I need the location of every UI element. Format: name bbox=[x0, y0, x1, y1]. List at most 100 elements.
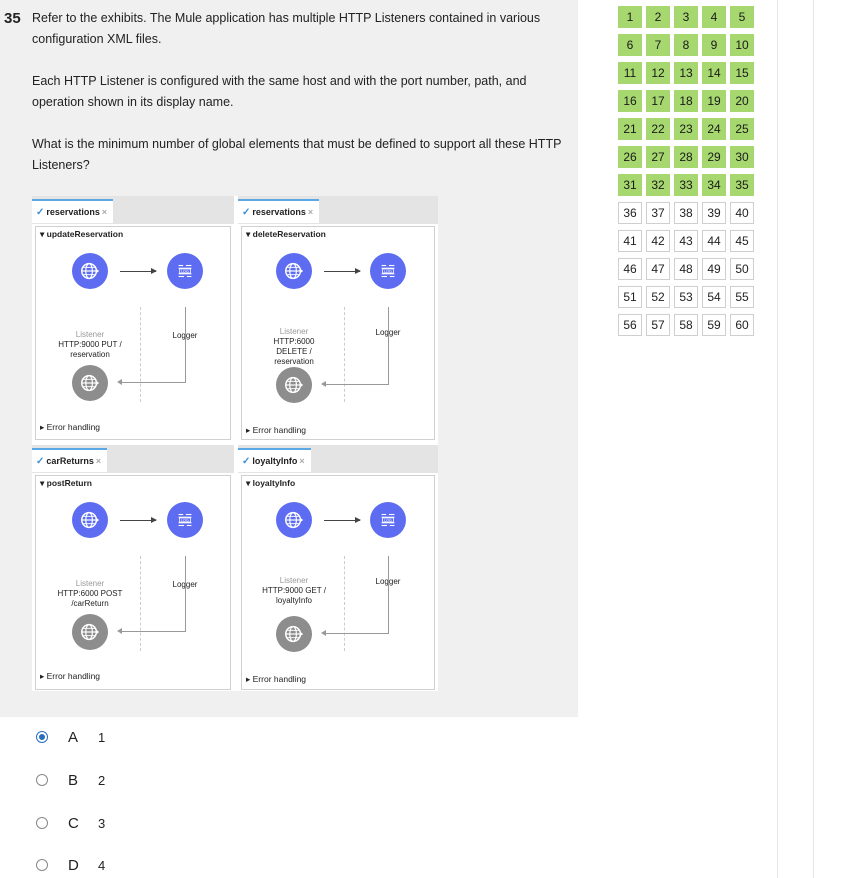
option-c-value: 3 bbox=[98, 815, 106, 831]
nav-question-53[interactable]: 53 bbox=[674, 286, 698, 308]
nav-question-12[interactable]: 12 bbox=[646, 62, 670, 84]
nav-question-15[interactable]: 15 bbox=[730, 62, 754, 84]
nav-question-23[interactable]: 23 bbox=[674, 118, 698, 140]
mule-icon: ✓ bbox=[242, 207, 251, 218]
nav-question-19[interactable]: 19 bbox=[702, 90, 726, 112]
nav-question-33[interactable]: 33 bbox=[674, 174, 698, 196]
flow-tab[interactable]: ✓ carReturns × bbox=[32, 448, 108, 472]
nav-question-1[interactable]: 1 bbox=[618, 6, 642, 28]
option-d-radio[interactable] bbox=[36, 859, 48, 871]
option-c[interactable]: C 3 bbox=[36, 813, 105, 833]
flow-name: ▾ updateReservation bbox=[40, 229, 124, 239]
option-b-radio[interactable] bbox=[36, 774, 48, 786]
nav-question-44[interactable]: 44 bbox=[702, 230, 726, 252]
http-listener-icon bbox=[276, 502, 312, 538]
nav-question-39[interactable]: 39 bbox=[702, 202, 726, 224]
nav-question-38[interactable]: 38 bbox=[674, 202, 698, 224]
flow-tab[interactable]: ✓ reservations × bbox=[32, 199, 114, 223]
flow-arrow bbox=[324, 268, 361, 274]
nav-question-18[interactable]: 18 bbox=[674, 90, 698, 112]
nav-question-8[interactable]: 8 bbox=[674, 34, 698, 56]
nav-question-57[interactable]: 57 bbox=[646, 314, 670, 336]
nav-question-24[interactable]: 24 bbox=[702, 118, 726, 140]
question-panel: 35 Refer to the exhibits. The Mule appli… bbox=[0, 0, 578, 717]
nav-question-34[interactable]: 34 bbox=[702, 174, 726, 196]
flow-tab-bar: ✓ reservations × bbox=[32, 196, 234, 224]
question-paragraph-1: Refer to the exhibits. The Mule applicat… bbox=[32, 11, 541, 46]
nav-question-13[interactable]: 13 bbox=[674, 62, 698, 84]
nav-question-43[interactable]: 43 bbox=[674, 230, 698, 252]
nav-question-55[interactable]: 55 bbox=[730, 286, 754, 308]
nav-question-6[interactable]: 6 bbox=[618, 34, 642, 56]
nav-question-4[interactable]: 4 bbox=[702, 6, 726, 28]
option-a-radio[interactable] bbox=[36, 731, 48, 743]
nav-question-25[interactable]: 25 bbox=[730, 118, 754, 140]
nav-question-46[interactable]: 46 bbox=[618, 258, 642, 280]
option-d-value: 4 bbox=[98, 857, 106, 873]
nav-question-16[interactable]: 16 bbox=[618, 90, 642, 112]
nav-question-3[interactable]: 3 bbox=[674, 6, 698, 28]
nav-question-47[interactable]: 47 bbox=[646, 258, 670, 280]
flow-tab[interactable]: ✓ reservations × bbox=[238, 199, 320, 223]
flow-tab-label: reservations bbox=[252, 207, 306, 217]
nav-question-5[interactable]: 5 bbox=[730, 6, 754, 28]
nav-question-2[interactable]: 2 bbox=[646, 6, 670, 28]
nav-question-22[interactable]: 22 bbox=[646, 118, 670, 140]
flow-tab[interactable]: ✓ loyaltyInfo × bbox=[238, 448, 311, 472]
nav-question-52[interactable]: 52 bbox=[646, 286, 670, 308]
nav-question-56[interactable]: 56 bbox=[618, 314, 642, 336]
flow-name-text: deleteReservation bbox=[252, 229, 326, 239]
nav-question-41[interactable]: 41 bbox=[618, 230, 642, 252]
nav-question-60[interactable]: 60 bbox=[730, 314, 754, 336]
close-icon[interactable]: × bbox=[308, 207, 313, 217]
http-listener-icon bbox=[72, 253, 108, 289]
nav-question-36[interactable]: 36 bbox=[618, 202, 642, 224]
error-handling-toggle[interactable]: ▸ Error handling bbox=[40, 671, 100, 682]
nav-question-11[interactable]: 11 bbox=[618, 62, 642, 84]
nav-question-7[interactable]: 7 bbox=[646, 34, 670, 56]
nav-question-32[interactable]: 32 bbox=[646, 174, 670, 196]
nav-question-14[interactable]: 14 bbox=[702, 62, 726, 84]
option-d[interactable]: D 4 bbox=[36, 855, 105, 875]
nav-question-35[interactable]: 35 bbox=[730, 174, 754, 196]
nav-question-21[interactable]: 21 bbox=[618, 118, 642, 140]
log-icon-text: LOG bbox=[384, 518, 392, 522]
option-b[interactable]: B 2 bbox=[36, 770, 105, 790]
option-a[interactable]: A 1 bbox=[36, 727, 105, 747]
nav-question-54[interactable]: 54 bbox=[702, 286, 726, 308]
nav-question-26[interactable]: 26 bbox=[618, 146, 642, 168]
close-icon[interactable]: × bbox=[299, 456, 304, 466]
nav-question-50[interactable]: 50 bbox=[730, 258, 754, 280]
nav-question-9[interactable]: 9 bbox=[702, 34, 726, 56]
error-handling-toggle[interactable]: ▸ Error handling bbox=[246, 674, 306, 685]
close-icon[interactable]: × bbox=[102, 207, 107, 217]
nav-question-49[interactable]: 49 bbox=[702, 258, 726, 280]
close-icon[interactable]: × bbox=[96, 456, 101, 466]
option-c-radio[interactable] bbox=[36, 817, 48, 829]
nav-question-59[interactable]: 59 bbox=[702, 314, 726, 336]
return-path bbox=[122, 307, 186, 383]
nav-question-27[interactable]: 27 bbox=[646, 146, 670, 168]
nav-question-45[interactable]: 45 bbox=[730, 230, 754, 252]
nav-question-58[interactable]: 58 bbox=[674, 314, 698, 336]
error-handling-toggle[interactable]: ▸ Error handling bbox=[246, 425, 306, 436]
flow-panel: ✓ carReturns × ▾ postReturn LOG Listener HTTP:… bbox=[32, 445, 234, 690]
nav-question-31[interactable]: 31 bbox=[618, 174, 642, 196]
flow-panel: ✓ reservations × ▾ updateReservation LOG List… bbox=[32, 196, 234, 440]
nav-question-40[interactable]: 40 bbox=[730, 202, 754, 224]
nav-question-42[interactable]: 42 bbox=[646, 230, 670, 252]
nav-question-29[interactable]: 29 bbox=[702, 146, 726, 168]
nav-question-30[interactable]: 30 bbox=[730, 146, 754, 168]
flow-name: ▾ postReturn bbox=[40, 478, 92, 488]
nav-question-10[interactable]: 10 bbox=[730, 34, 754, 56]
nav-question-17[interactable]: 17 bbox=[646, 90, 670, 112]
flow-tab-label: reservations bbox=[46, 207, 100, 217]
error-source-icon bbox=[276, 616, 312, 652]
error-handling-toggle[interactable]: ▸ Error handling bbox=[40, 422, 100, 433]
flow-panel: ✓ loyaltyInfo × ▾ loyaltyInfo LOG Listener HTT… bbox=[238, 445, 438, 690]
nav-question-20[interactable]: 20 bbox=[730, 90, 754, 112]
nav-question-28[interactable]: 28 bbox=[674, 146, 698, 168]
nav-question-48[interactable]: 48 bbox=[674, 258, 698, 280]
nav-question-51[interactable]: 51 bbox=[618, 286, 642, 308]
nav-question-37[interactable]: 37 bbox=[646, 202, 670, 224]
